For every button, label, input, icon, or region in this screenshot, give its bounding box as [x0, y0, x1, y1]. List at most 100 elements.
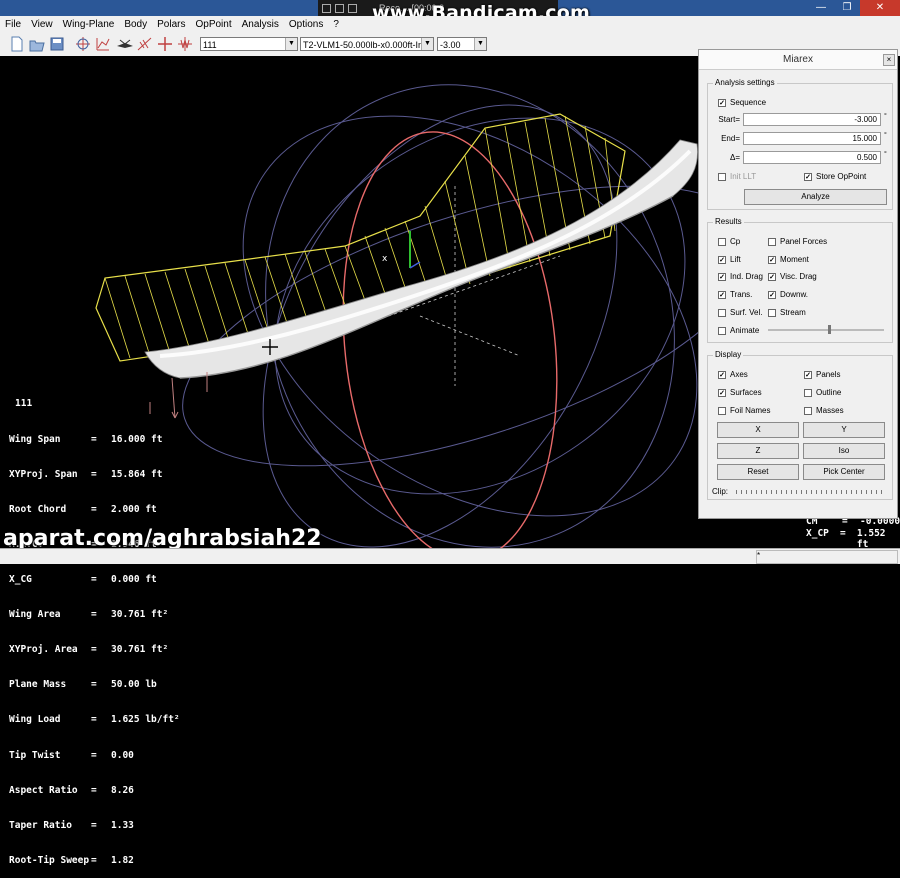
group-title: Analysis settings	[713, 78, 777, 87]
stat-row: XYProj. Span = 15.864 ft	[9, 468, 163, 480]
menu-oppoint[interactable]: OpPoint	[190, 19, 236, 30]
cp-stats: CM = -0.0000 X_CP = 1.552 ft	[806, 516, 900, 551]
start-label: Start=	[718, 115, 740, 124]
oppoint-combo[interactable]: -3.00 ▼	[437, 37, 487, 51]
surf-vel-checkbox[interactable]: Surf. Vel.	[718, 308, 762, 317]
stat-row: Tip Twist = 0.00	[9, 749, 134, 761]
stat-row: X_CG = 0.000 ft	[9, 573, 157, 585]
new-file-icon[interactable]	[8, 35, 26, 53]
z-axis-line	[409, 261, 421, 269]
animation-speed-slider[interactable]	[768, 325, 884, 334]
clip-label: Clip:	[712, 487, 729, 496]
masses-checkbox[interactable]: Masses	[804, 406, 844, 415]
plane-stats: 111 Wing Span = 16.000 ft XYProj. Span = 15.…	[9, 375, 180, 878]
view-x-button[interactable]: X	[717, 422, 799, 438]
outline-checkbox[interactable]: Outline	[804, 388, 841, 397]
plane-combo[interactable]: 111 ▼	[200, 37, 298, 51]
status-cell: *	[756, 550, 898, 564]
degree-unit: °	[884, 151, 887, 158]
analysis-settings-group: Analysis settings ✓ Sequence Start= -3.00…	[707, 78, 893, 210]
menu-analysis[interactable]: Analysis	[237, 19, 284, 30]
stat-row: Aspect Ratio = 8.26	[9, 784, 134, 796]
menu-view[interactable]: View	[26, 19, 58, 30]
start-field[interactable]: -3.000	[743, 113, 881, 126]
3d-view-icon[interactable]	[116, 35, 134, 53]
end-label: End=	[721, 134, 740, 143]
menu-file[interactable]: File	[0, 19, 26, 30]
trans-checkbox[interactable]: ✓ Trans.	[718, 290, 752, 299]
close-icon[interactable]: ×	[883, 54, 895, 66]
axes-checkbox[interactable]: ✓ Axes	[718, 370, 748, 379]
save-icon[interactable]	[48, 35, 66, 53]
panels-checkbox[interactable]: ✓ Panels	[804, 370, 840, 379]
plane-name: 111	[15, 398, 33, 410]
recorder-screenshot-icon[interactable]	[348, 3, 357, 13]
window-controls: — ❐ ✕	[808, 0, 900, 16]
panel-forces-checkbox[interactable]: Panel Forces	[768, 237, 827, 246]
polar-view-icon[interactable]	[74, 35, 92, 53]
root-locus-icon[interactable]	[176, 35, 194, 53]
view-iso-button[interactable]: Iso	[803, 443, 885, 459]
degree-unit: °	[884, 132, 887, 139]
oppoint-view-icon[interactable]	[94, 35, 112, 53]
menu-wing-plane[interactable]: Wing-Plane	[58, 19, 120, 30]
display-group: Display ✓ Axes ✓ Panels ✓ Surfaces Outline …	[707, 350, 893, 500]
chevron-down-icon: ▼	[285, 38, 297, 50]
maximize-icon[interactable]: ❐	[834, 0, 860, 16]
recorder-pause-icon[interactable]	[335, 3, 344, 13]
foil-names-checkbox[interactable]: Foil Names	[718, 406, 770, 415]
miarex-panel: Miarex × Analysis settings ✓ Sequence Sta…	[698, 49, 898, 519]
menu-polars[interactable]: Polars	[152, 19, 190, 30]
downw-checkbox[interactable]: ✓ Downw.	[768, 290, 808, 299]
chevron-down-icon: ▼	[421, 38, 433, 50]
axes-dashed	[359, 186, 561, 386]
init-llt-checkbox[interactable]: Init LLT	[718, 172, 756, 181]
wing-surface	[144, 139, 698, 379]
chevron-down-icon: ▼	[474, 38, 486, 50]
analyze-button[interactable]: Analyze	[744, 189, 887, 205]
lift-checkbox[interactable]: ✓ Lift	[718, 255, 741, 264]
view-y-button[interactable]: Y	[803, 422, 885, 438]
group-title: Results	[713, 217, 744, 226]
stat-row: Wing Load = 1.625 lb/ft²	[9, 714, 180, 726]
cp-checkbox[interactable]: Cp	[718, 237, 740, 246]
surfaces-checkbox[interactable]: ✓ Surfaces	[718, 388, 762, 397]
moment-checkbox[interactable]: ✓ Moment	[768, 255, 809, 264]
stat-row: Root-Tip Sweep = 1.82	[9, 854, 134, 866]
cp-view-icon[interactable]	[136, 35, 154, 53]
miarex-title: Miarex	[699, 50, 897, 70]
menu-body[interactable]: Body	[119, 19, 152, 30]
stability-view-icon[interactable]	[156, 35, 174, 53]
stat-row: XYProj. Area = 30.761 ft²	[9, 644, 169, 656]
delta-label: Δ=	[729, 153, 740, 162]
recorder-stop-icon[interactable]	[322, 3, 331, 13]
slider-thumb[interactable]	[828, 325, 831, 334]
menu-options[interactable]: Options	[284, 19, 328, 30]
pick-center-button[interactable]: Pick Center	[803, 464, 885, 480]
stat-row: Wing Area = 30.761 ft²	[9, 609, 169, 621]
stat-row: Wing Span = 16.000 ft	[9, 433, 163, 445]
lift-ring	[342, 131, 558, 548]
menu-help[interactable]: ?	[328, 19, 344, 30]
group-title: Display	[713, 350, 744, 359]
minimize-icon[interactable]: —	[808, 0, 834, 16]
open-file-icon[interactable]	[28, 35, 46, 53]
clip-slider[interactable]	[736, 490, 882, 494]
ind-drag-checkbox[interactable]: ✓ Ind. Drag	[718, 272, 763, 281]
visc-drag-checkbox[interactable]: ✓ Visc. Drag	[768, 272, 817, 281]
polar-combo[interactable]: T2-VLM1-50.000lb-x0.000ft-Inviscid ▼	[300, 37, 434, 51]
end-field[interactable]: 15.000	[743, 132, 881, 145]
animate-checkbox[interactable]: Animate	[718, 326, 759, 335]
close-icon[interactable]: ✕	[860, 0, 900, 16]
stat-row: Plane Mass = 50.00 lb	[9, 679, 157, 691]
sequence-checkbox[interactable]: ✓ Sequence	[718, 98, 766, 107]
delta-field[interactable]: 0.500	[743, 151, 881, 164]
stream-checkbox[interactable]: Stream	[768, 308, 806, 317]
stat-row: Root Chord = 2.000 ft	[9, 503, 157, 515]
view-z-button[interactable]: Z	[717, 443, 799, 459]
degree-unit: °	[884, 113, 887, 120]
stat-row: Taper Ratio = 1.33	[9, 819, 134, 831]
reference-ellipses	[182, 84, 758, 548]
store-opp-checkbox[interactable]: ✓ Store OpPoint	[804, 172, 866, 181]
reset-button[interactable]: Reset	[717, 464, 799, 480]
